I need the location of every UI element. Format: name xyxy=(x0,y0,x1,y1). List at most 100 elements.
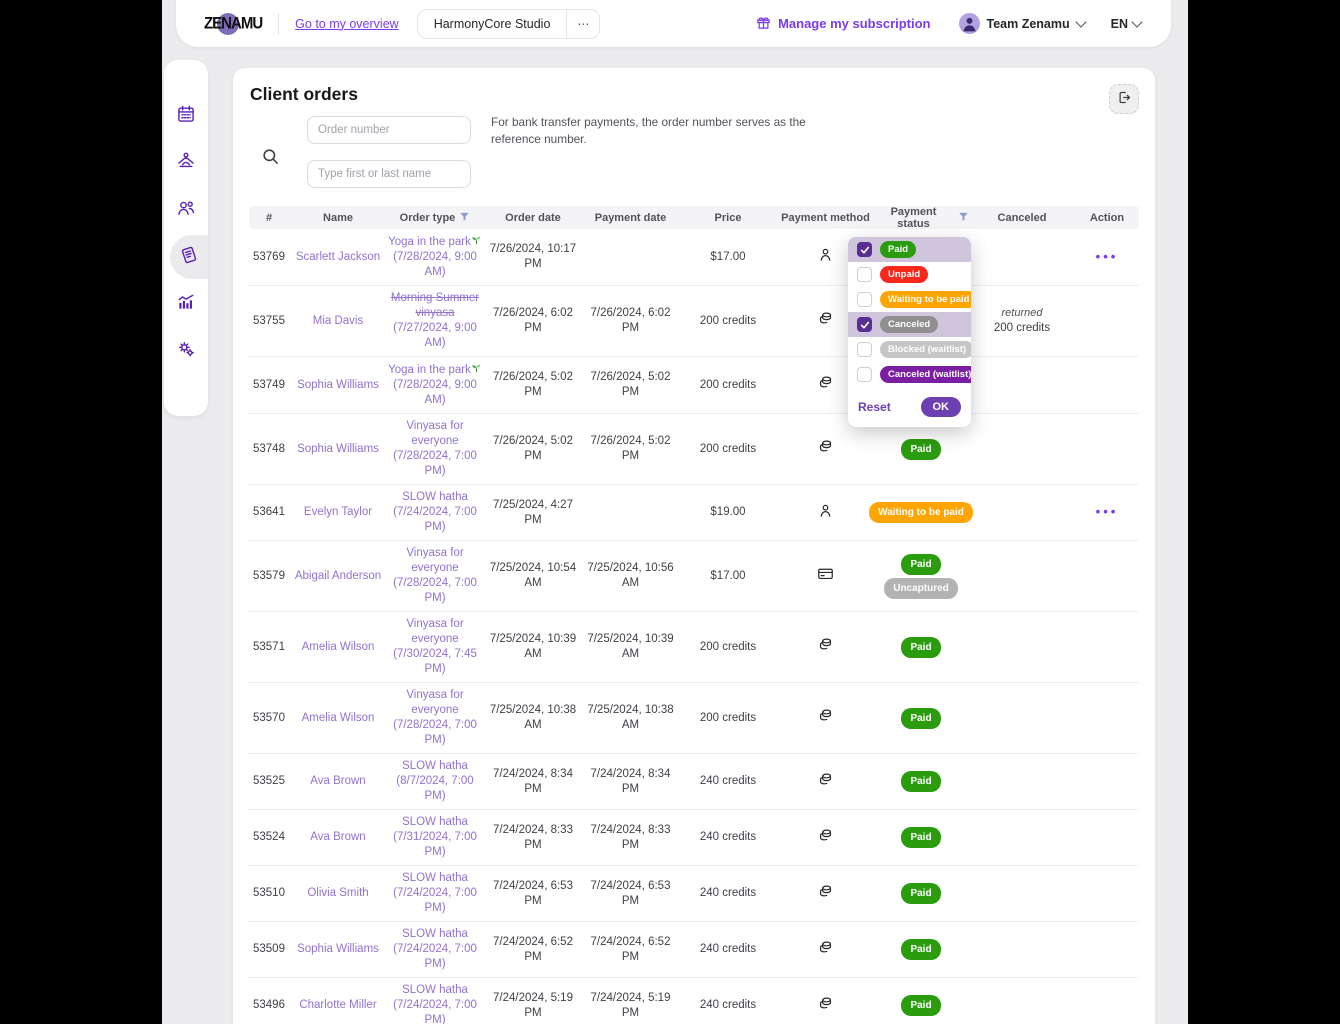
client-name-link[interactable]: Ava Brown xyxy=(310,775,365,787)
manage-subscription-button[interactable]: Manage my subscription xyxy=(756,15,931,33)
status-badge-paid: Paid xyxy=(880,241,917,258)
column-header-order-type[interactable]: Order type xyxy=(387,211,483,225)
bank-transfer-note: For bank transfer payments, the order nu… xyxy=(491,115,806,146)
payment-status-cell: Waiting to be paid xyxy=(869,502,973,523)
app-viewport: ZENAMU Go to my overview HarmonyCore Stu… xyxy=(162,0,1188,1024)
order-type-link[interactable]: Yoga in the park (7/28/2024, 9:00 AM) xyxy=(388,364,482,406)
client-name-link[interactable]: Sophia Williams xyxy=(297,379,379,391)
filter-option-blocked[interactable]: Blocked (waitlist) xyxy=(848,337,971,362)
order-type-link[interactable]: SLOW hatha (7/24/2024, 7:00 PM) xyxy=(393,872,477,914)
price: $17.00 xyxy=(710,250,746,263)
seedling-icon xyxy=(471,236,482,248)
statistics-icon xyxy=(176,292,196,317)
payment-date: 7/24/2024, 5:19 PM xyxy=(590,991,671,1019)
order-type-link[interactable]: Yoga in the park (7/28/2024, 9:00 AM) xyxy=(388,236,482,278)
order-date: 7/26/2024, 6:02 PM xyxy=(493,307,573,334)
order-type-link[interactable]: SLOW hatha (7/24/2024, 7:00 PM) xyxy=(393,984,477,1024)
sidebar-item-yoga-classes[interactable] xyxy=(164,141,208,185)
filter-option-waiting[interactable]: Waiting to be paid xyxy=(848,287,971,312)
sidebar-item-calendar[interactable] xyxy=(164,94,208,138)
checkbox-icon[interactable] xyxy=(857,367,872,382)
payment-status-filter-dropdown: Paid Unpaid Waiting to be paid Canceled Bloc… xyxy=(848,237,971,427)
order-id: 53509 xyxy=(253,943,285,955)
payment-status-cell: Paid xyxy=(873,636,969,658)
overview-link[interactable]: Go to my overview xyxy=(295,17,399,31)
canceled-cell: returned 200 credits xyxy=(969,306,1075,336)
client-name-link[interactable]: Mia Davis xyxy=(313,315,363,327)
status-badge-paid: Paid xyxy=(901,636,941,658)
studio-more-button[interactable]: ⋯ xyxy=(567,8,601,39)
payment-status-cell: Paid xyxy=(873,939,969,960)
checkbox-checked-icon[interactable] xyxy=(857,242,872,257)
sidebar-item-clients[interactable] xyxy=(164,188,208,232)
filter-funnel-icon[interactable] xyxy=(958,211,969,225)
zenamu-logo[interactable]: ZENAMU xyxy=(204,12,263,36)
sidebar-item-statistics[interactable] xyxy=(164,282,208,326)
filter-reset-button[interactable]: Reset xyxy=(858,400,891,414)
filter-option-paid[interactable]: Paid xyxy=(848,237,971,262)
order-id: 53525 xyxy=(253,775,285,787)
export-button[interactable] xyxy=(1109,84,1139,114)
order-type-link[interactable]: SLOW hatha (7/24/2024, 7:00 PM) xyxy=(393,928,477,970)
order-type-link[interactable]: SLOW hatha (7/31/2024, 7:00 PM) xyxy=(393,816,477,858)
column-header-order-date: Order date xyxy=(505,212,561,224)
language-menu[interactable]: EN xyxy=(1111,15,1143,31)
table-row: 53571 Amelia Wilson Vinyasa for everyone (… xyxy=(249,612,1139,683)
filter-option-unpaid[interactable]: Unpaid xyxy=(848,262,971,287)
filter-option-canceled[interactable]: Canceled xyxy=(848,312,971,337)
client-name-link[interactable]: Evelyn Taylor xyxy=(304,506,372,518)
client-name-link[interactable]: Scarlett Jackson xyxy=(296,251,380,263)
client-name-link[interactable]: Amelia Wilson xyxy=(302,712,375,724)
client-name-link[interactable]: Abigail Anderson xyxy=(295,570,381,582)
status-badge-paid: Paid xyxy=(901,883,941,904)
team-avatar xyxy=(958,13,980,34)
order-type-link[interactable]: Vinyasa for everyone (7/30/2024, 7:45 PM… xyxy=(393,618,477,675)
order-type-link[interactable]: Vinyasa for everyone (7/28/2024, 7:00 PM… xyxy=(393,689,477,746)
table-row: 53524 Ava Brown SLOW hatha (7/31/2024, 7:0… xyxy=(249,810,1139,866)
order-date: 7/25/2024, 4:27 PM xyxy=(493,498,573,526)
order-number-input[interactable] xyxy=(307,116,471,144)
checkbox-icon[interactable] xyxy=(857,342,872,357)
row-action-menu[interactable]: ••• xyxy=(1096,504,1119,519)
payment-status-cell: Paid xyxy=(873,438,969,460)
sidebar-item-orders[interactable] xyxy=(170,235,208,279)
order-type-link[interactable]: SLOW hatha (7/24/2024, 7:00 PM) xyxy=(393,491,477,533)
filter-option-canceled_waitlist[interactable]: Canceled (waitlist) xyxy=(848,362,971,387)
client-name-link[interactable]: Ava Brown xyxy=(310,831,365,843)
order-date: 7/25/2024, 10:54 AM xyxy=(489,562,577,589)
studio-selector[interactable]: HarmonyCore Studio xyxy=(416,8,568,39)
payment-status-cell: Paid xyxy=(873,771,969,792)
client-name-link[interactable]: Sophia Williams xyxy=(297,443,379,455)
order-date: 7/25/2024, 10:38 AM xyxy=(489,704,577,731)
filter-ok-button[interactable]: OK xyxy=(920,397,961,417)
order-date: 7/24/2024, 6:52 PM xyxy=(493,935,573,963)
client-name-link[interactable]: Charlotte Miller xyxy=(299,999,376,1011)
team-name: Team Zenamu xyxy=(986,16,1070,31)
checkbox-icon[interactable] xyxy=(857,292,872,307)
row-action-menu[interactable]: ••• xyxy=(1096,249,1119,264)
client-name-link[interactable]: Olivia Smith xyxy=(307,887,368,899)
client-name-input[interactable] xyxy=(307,160,471,188)
seedling-icon xyxy=(471,364,482,376)
status-badge-uncaptured: Uncaptured xyxy=(884,577,958,599)
filter-funnel-icon[interactable] xyxy=(459,211,470,225)
order-type-link[interactable]: Vinyasa for everyone (7/28/2024, 7:00 PM… xyxy=(393,420,477,477)
sidebar-item-settings[interactable] xyxy=(164,329,208,373)
checkbox-checked-icon[interactable] xyxy=(857,317,872,332)
price: 240 credits xyxy=(699,887,757,899)
price: 200 credits xyxy=(699,442,757,455)
order-type-link[interactable]: SLOW hatha (8/7/2024, 7:00 PM) xyxy=(396,760,473,802)
column-header-payment-status[interactable]: Payment status xyxy=(873,206,969,230)
client-name-link[interactable]: Amelia Wilson xyxy=(302,641,375,653)
order-type-link[interactable]: Morning Summer vinyasa (7/27/2024, 9:00 … xyxy=(391,292,479,349)
client-name-link[interactable]: Sophia Williams xyxy=(297,943,379,955)
team-menu[interactable]: Team Zenamu xyxy=(958,13,1087,34)
order-type-link[interactable]: Vinyasa for everyone (7/28/2024, 7:00 PM… xyxy=(393,547,477,604)
payment-status-cell: Paid Uncaptured xyxy=(873,553,969,599)
order-id: 53755 xyxy=(253,314,285,327)
payment-status-cell: Paid xyxy=(873,995,969,1016)
checkbox-icon[interactable] xyxy=(857,267,872,282)
order-date: 7/24/2024, 5:19 PM xyxy=(493,991,573,1019)
coins-icon xyxy=(817,310,834,332)
divider xyxy=(278,12,280,35)
